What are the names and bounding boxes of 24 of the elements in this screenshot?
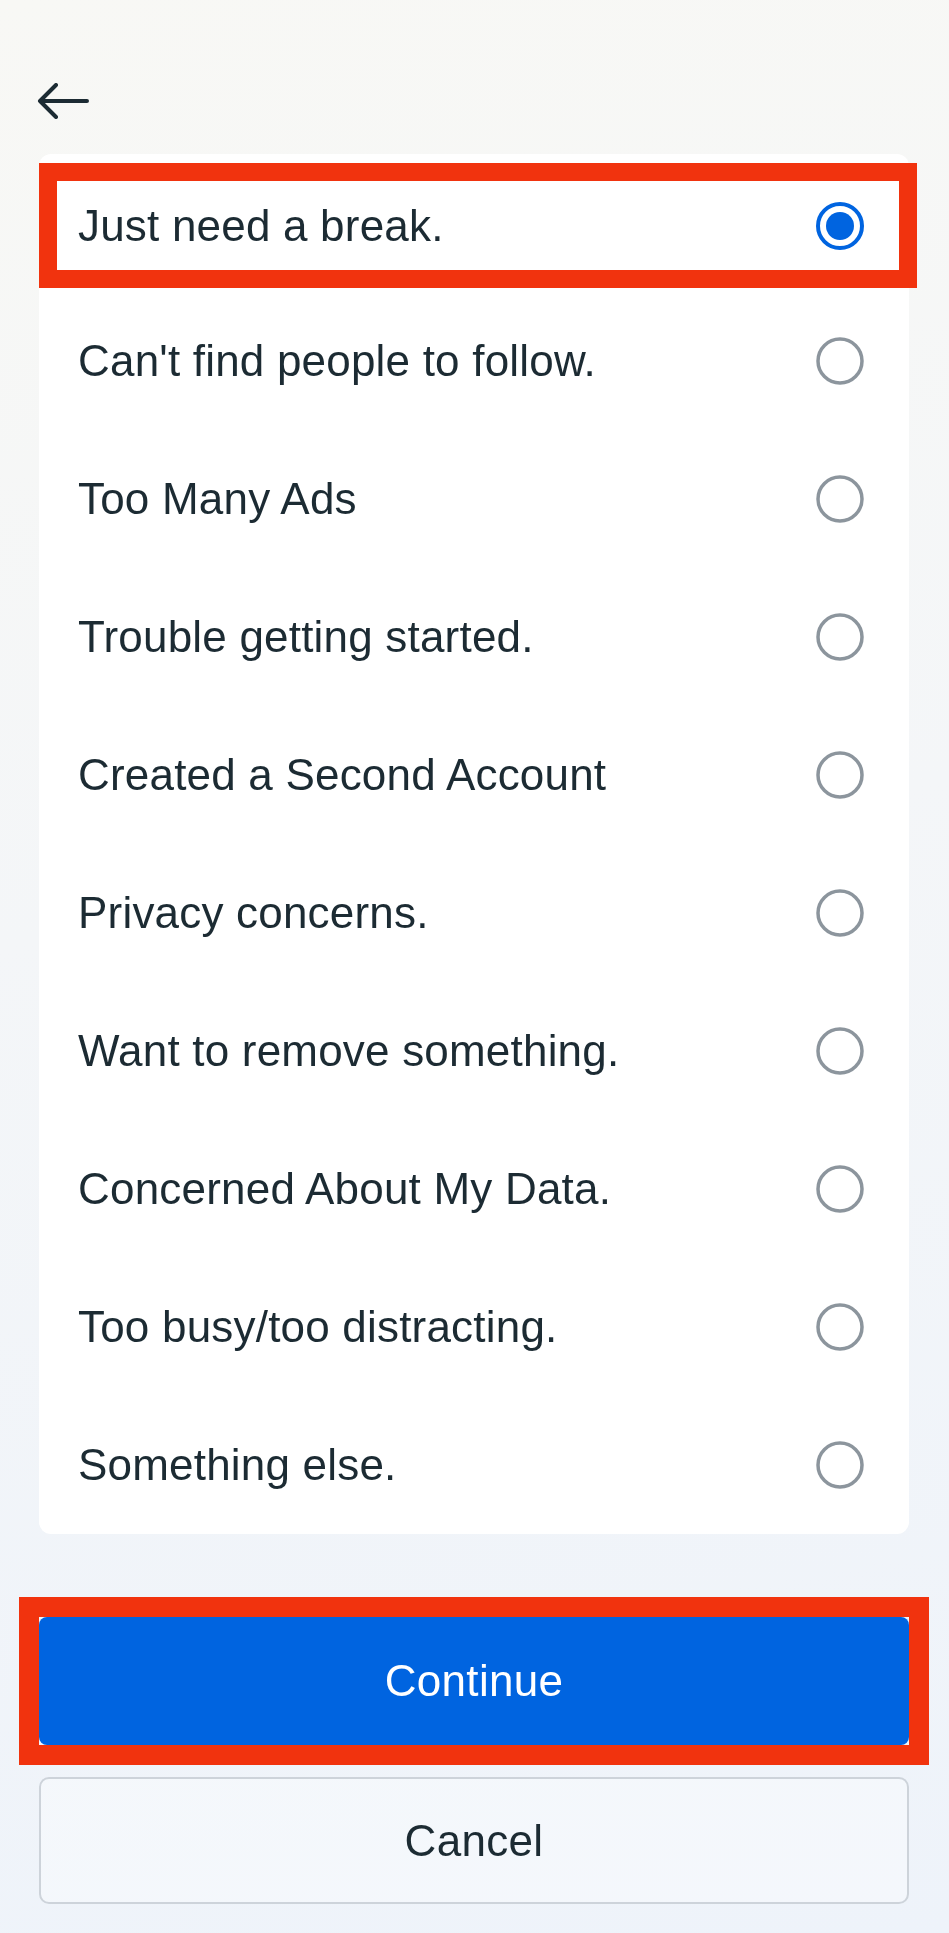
- radio-button[interactable]: [816, 201, 864, 250]
- radio-button[interactable]: [816, 1165, 864, 1213]
- option-label: Can't find people to follow.: [78, 336, 596, 386]
- option-label: Too Many Ads: [78, 474, 357, 524]
- option-label: Something else.: [78, 1440, 397, 1490]
- option-label: Concerned About My Data.: [78, 1164, 612, 1214]
- radio-button[interactable]: [816, 1027, 864, 1075]
- cancel-button[interactable]: Cancel: [39, 1777, 909, 1904]
- option-label: Created a Second Account: [78, 750, 607, 800]
- continue-button[interactable]: Continue: [39, 1617, 909, 1745]
- radio-button[interactable]: [816, 751, 864, 799]
- back-button[interactable]: [37, 83, 89, 119]
- radio-button[interactable]: [816, 475, 864, 523]
- option-label: Just need a break.: [78, 200, 444, 251]
- radio-button[interactable]: [816, 1303, 864, 1351]
- option-label: Too busy/too distracting.: [78, 1302, 558, 1352]
- radio-button[interactable]: [816, 889, 864, 937]
- option-label: Want to remove something.: [78, 1026, 620, 1076]
- option-label: Privacy concerns.: [78, 888, 429, 938]
- back-arrow-icon: [37, 83, 89, 119]
- radio-button[interactable]: [816, 613, 864, 661]
- radio-button[interactable]: [816, 337, 864, 385]
- option-label: Trouble getting started.: [78, 612, 534, 662]
- radio-button[interactable]: [816, 1441, 864, 1489]
